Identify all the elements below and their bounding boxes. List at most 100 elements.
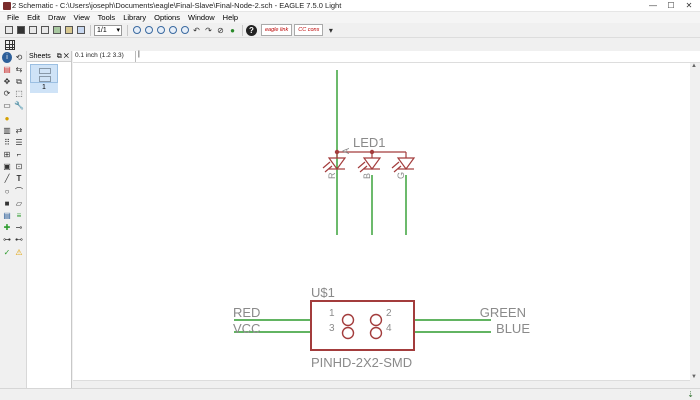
- go-icon[interactable]: ●: [227, 25, 238, 36]
- status-bar: ⇣: [0, 388, 700, 400]
- led-pin-r: R: [327, 172, 337, 179]
- cc-button[interactable]: CC cons: [294, 24, 324, 36]
- mirror-icon[interactable]: ⇆: [14, 64, 24, 75]
- title-bar: 2 Schematic - C:\Users\joseph\Documents\…: [0, 0, 700, 12]
- name-icon[interactable]: ⠿: [2, 137, 12, 148]
- erc-icon[interactable]: ✓: [2, 247, 12, 258]
- zoom-in-icon[interactable]: [143, 25, 154, 36]
- maximize-button[interactable]: ☐: [662, 0, 680, 11]
- cut-icon[interactable]: ▭: [2, 100, 12, 111]
- move-icon[interactable]: ✥: [2, 76, 12, 87]
- minimize-button[interactable]: —: [644, 0, 662, 11]
- chevron-down-icon[interactable]: ▾: [325, 25, 336, 36]
- menu-library[interactable]: Library: [119, 12, 150, 23]
- ulp-icon[interactable]: [75, 25, 86, 36]
- vertical-scrollbar[interactable]: ▲ ▼: [690, 63, 700, 380]
- led-pin-g: G: [396, 172, 406, 179]
- command-bar: 0.1 inch (1.2 3.3) |: [73, 51, 700, 63]
- menu-file[interactable]: File: [3, 12, 23, 23]
- schematic-canvas[interactable]: LED1 R A B G U$1 PINHD-2X2-SMD 1 2 3 4 R…: [73, 63, 690, 380]
- zoom-select-icon[interactable]: [179, 25, 190, 36]
- header-pin-4: 4: [386, 323, 392, 334]
- main-toolbar: 1/1 ↶ ↷ ⊘ ● ? eagle link CC cons ▾: [0, 23, 700, 38]
- smash-icon[interactable]: ⊞: [2, 149, 12, 160]
- wire-icon[interactable]: ╱: [2, 173, 12, 184]
- redo-toolbar-icon[interactable]: ↷: [203, 25, 214, 36]
- led1-name: LED1: [353, 135, 386, 150]
- sheets-panel-controls[interactable]: ⧉ ✕: [57, 51, 69, 62]
- invoke-icon[interactable]: ⊡: [14, 161, 24, 172]
- bus-icon[interactable]: ▤: [2, 210, 12, 221]
- design-link-button[interactable]: eagle link: [261, 24, 293, 36]
- undo-toolbar-icon[interactable]: ↶: [191, 25, 202, 36]
- grid-toolbar: [0, 38, 700, 51]
- split-icon[interactable]: ▣: [2, 161, 12, 172]
- net-label-red: RED: [233, 305, 260, 320]
- sheet-number[interactable]: 1: [30, 83, 58, 93]
- go-arrow-icon[interactable]: ⇣: [687, 390, 694, 399]
- menu-tools[interactable]: Tools: [94, 12, 120, 23]
- circle-icon[interactable]: ○: [2, 186, 12, 197]
- miter-icon[interactable]: ⌐: [14, 149, 24, 160]
- sheet-thumbnail[interactable]: [30, 64, 58, 83]
- print-icon[interactable]: [27, 25, 38, 36]
- copy-icon[interactable]: ⧉: [14, 76, 24, 87]
- led-pin-a: A: [341, 148, 351, 154]
- menu-view[interactable]: View: [70, 12, 94, 23]
- scroll-down-icon[interactable]: ▼: [691, 374, 697, 380]
- horizontal-scrollbar[interactable]: [73, 380, 690, 388]
- toolbar-separator: [90, 24, 91, 36]
- value-icon[interactable]: ☰: [14, 137, 24, 148]
- sheets-title: Sheets: [29, 53, 51, 60]
- zoom-redraw-icon[interactable]: [167, 25, 178, 36]
- arc-icon[interactable]: ⌒: [14, 186, 24, 197]
- zoom-fit-icon[interactable]: [131, 25, 142, 36]
- sheet-select[interactable]: 1/1: [94, 24, 122, 36]
- paste-icon[interactable]: 🔧: [14, 100, 24, 111]
- help-icon[interactable]: ?: [246, 24, 257, 36]
- info-icon[interactable]: i: [2, 51, 12, 63]
- net-label-vcc: VCC: [233, 321, 260, 336]
- label-icon[interactable]: ⊸: [14, 222, 24, 233]
- rotate-icon[interactable]: ⟳: [2, 88, 12, 99]
- net-icon[interactable]: ≡: [14, 210, 24, 221]
- zoom-out-icon[interactable]: [155, 25, 166, 36]
- rect-icon[interactable]: ■: [2, 198, 12, 209]
- pinswap-icon[interactable]: ▥: [2, 125, 12, 136]
- replace-icon[interactable]: ⇄: [14, 125, 24, 136]
- group-icon[interactable]: ⬚: [14, 88, 24, 99]
- add-icon[interactable]: [14, 113, 24, 124]
- board-icon[interactable]: [51, 25, 62, 36]
- open-icon[interactable]: [3, 25, 14, 36]
- undo-icon[interactable]: ⟲: [14, 52, 24, 63]
- delete-icon[interactable]: ●: [2, 113, 12, 124]
- junction-icon[interactable]: ✚: [2, 222, 12, 233]
- menu-draw[interactable]: Draw: [44, 12, 70, 23]
- attribute-icon[interactable]: ⊶: [2, 234, 12, 245]
- grid-icon[interactable]: [5, 39, 15, 50]
- net-label-blue: BLUE: [496, 321, 530, 336]
- schematic-drawing[interactable]: LED1 R A B G U$1 PINHD-2X2-SMD 1 2 3 4 R…: [73, 63, 690, 380]
- menu-edit[interactable]: Edit: [23, 12, 44, 23]
- lbr-icon[interactable]: [63, 25, 74, 36]
- scroll-up-icon[interactable]: ▲: [691, 63, 697, 69]
- menu-window[interactable]: Window: [184, 12, 219, 23]
- header-pin-1: 1: [329, 308, 335, 319]
- command-input[interactable]: |: [135, 51, 698, 62]
- layer-icon[interactable]: ▤: [2, 64, 12, 75]
- header-symbol[interactable]: [310, 300, 415, 351]
- menu-bar: File Edit Draw View Tools Library Option…: [0, 12, 700, 23]
- coordinate-display: 0.1 inch (1.2 3.3): [75, 52, 124, 59]
- header-value: PINHD-2X2-SMD: [311, 355, 412, 370]
- dimension-icon[interactable]: ⊷: [14, 234, 24, 245]
- save-icon[interactable]: [15, 25, 26, 36]
- close-button[interactable]: ✕: [680, 0, 698, 11]
- text-icon[interactable]: T: [14, 173, 24, 184]
- menu-options[interactable]: Options: [150, 12, 184, 23]
- menu-help[interactable]: Help: [219, 12, 242, 23]
- cam-icon[interactable]: [39, 25, 50, 36]
- toolbar-separator: [127, 24, 128, 36]
- errors-icon[interactable]: ⚠: [14, 247, 24, 258]
- stop-icon[interactable]: ⊘: [215, 25, 226, 36]
- polygon-icon[interactable]: ▱: [14, 198, 24, 209]
